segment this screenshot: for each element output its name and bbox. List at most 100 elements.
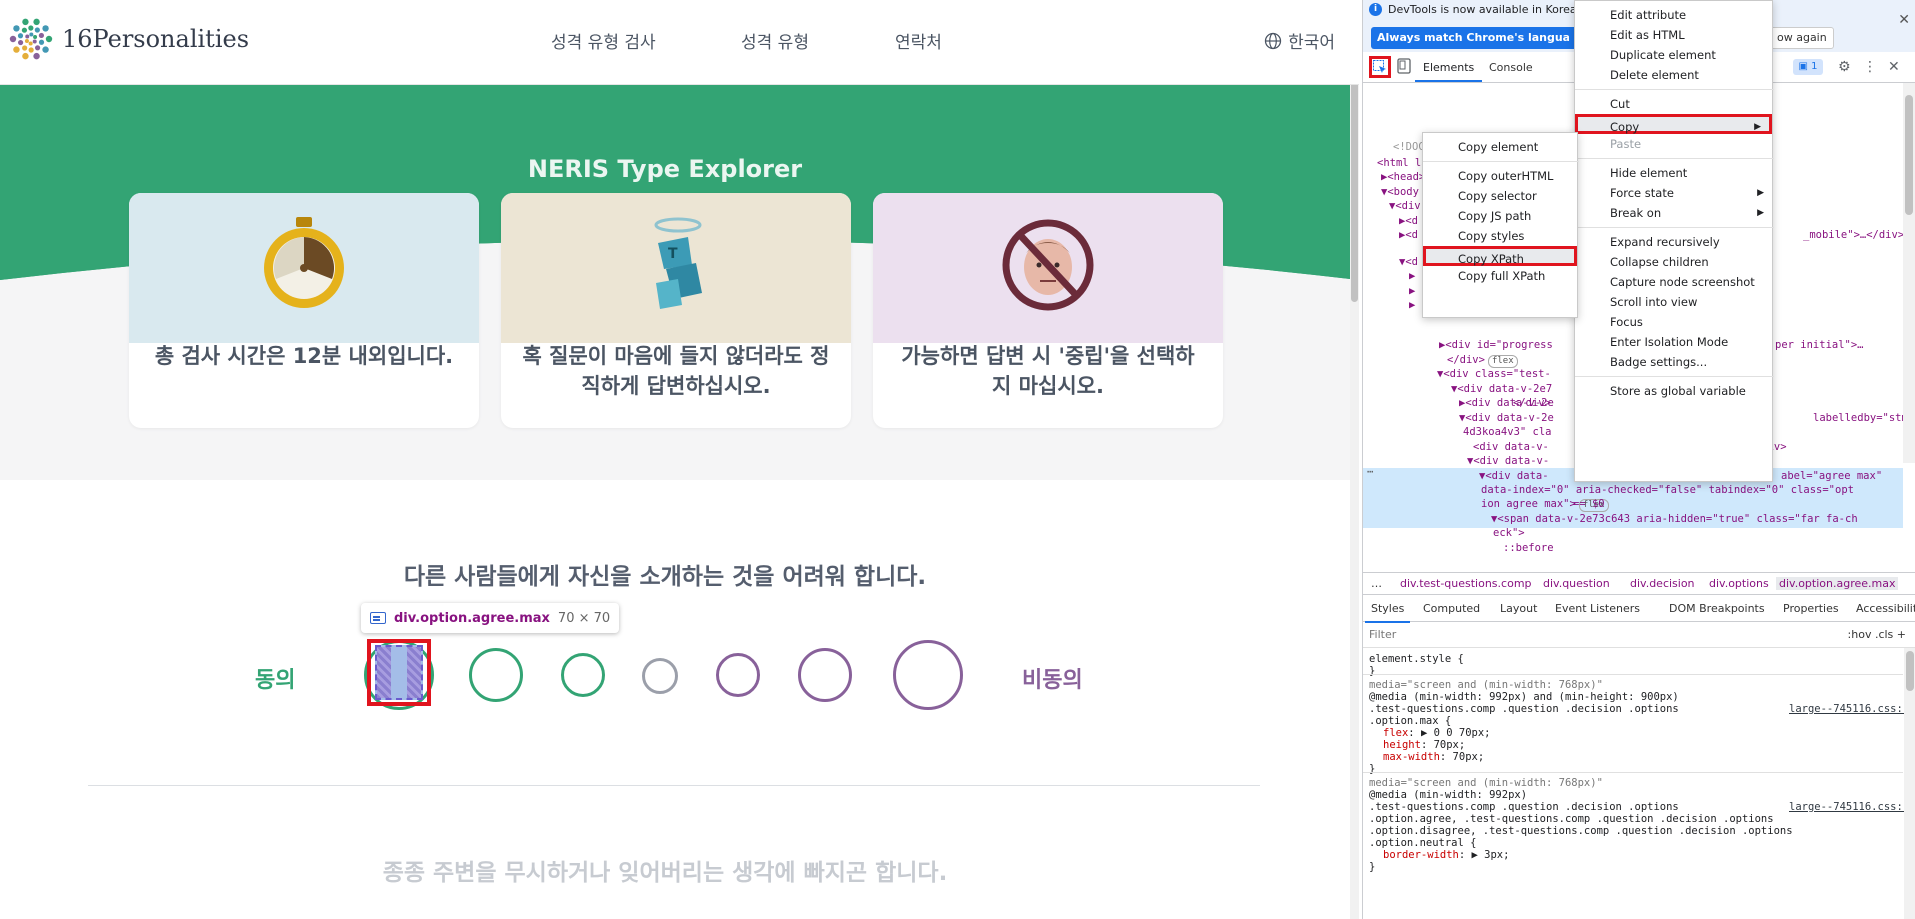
dom-node-line[interactable]: ▼<body	[1381, 185, 1419, 200]
menu-item-store-as-global-variable[interactable]: Store as global variable	[1575, 381, 1772, 401]
menu-item-copy-styles[interactable]: Copy styles	[1423, 226, 1577, 246]
menu-item-copy-outerhtml[interactable]: Copy outerHTML	[1423, 166, 1577, 186]
menu-item-duplicate-element[interactable]: Duplicate element	[1575, 45, 1772, 65]
inspect-element-button[interactable]	[1369, 56, 1391, 78]
dom-node-line[interactable]: ▼<span data-v-2e73c643 aria-hidden="true…	[1491, 512, 1858, 527]
dom-node-line[interactable]: ▼<div data-v-2e	[1459, 411, 1554, 426]
style-rule-line[interactable]: max-width: 70px;	[1383, 750, 1484, 764]
menu-item-copy-js-path[interactable]: Copy JS path	[1423, 206, 1577, 226]
dom-node-line[interactable]: ▶<d	[1399, 228, 1418, 243]
styles-scrollbar[interactable]	[1904, 648, 1915, 919]
dom-node-line[interactable]: abel="agree max"	[1781, 469, 1882, 484]
dom-node-line[interactable]: eck">	[1493, 526, 1525, 541]
option-disagree-min[interactable]	[716, 653, 760, 697]
menu-item-copy-selector[interactable]: Copy selector	[1423, 186, 1577, 206]
menu-item-focus[interactable]: Focus	[1575, 312, 1772, 332]
option-agree-min[interactable]	[561, 653, 605, 697]
language-selector[interactable]: 한국어	[1264, 28, 1335, 53]
option-agree-medium[interactable]	[469, 648, 523, 702]
dom-node-line[interactable]: ▼<div data-v-	[1467, 454, 1549, 469]
breadcrumb-item[interactable]: div.test-questions.comp	[1400, 577, 1532, 590]
breadcrumb-item[interactable]: div.options	[1709, 577, 1769, 590]
menu-item-enter-isolation-mode[interactable]: Enter Isolation Mode	[1575, 332, 1772, 352]
menu-item-delete-element[interactable]: Delete element	[1575, 65, 1772, 85]
dom-node-line[interactable]: ▼<div class="test-	[1437, 367, 1551, 382]
menu-item-capture-node-screenshot[interactable]: Capture node screenshot	[1575, 272, 1772, 292]
subtab-event-listeners[interactable]: Event Listeners	[1555, 602, 1640, 615]
breadcrumb-item[interactable]: div.decision	[1630, 577, 1695, 590]
dom-node-line[interactable]: 4d3koa4v3" cla	[1463, 425, 1552, 440]
dom-node-line[interactable]: data-index="0" aria-checked="false" tabi…	[1481, 483, 1854, 498]
dom-node-line[interactable]: </div> flex	[1447, 353, 1518, 368]
subtab-layout[interactable]: Layout	[1500, 602, 1537, 615]
dom-node-line[interactable]: ▼<d	[1399, 255, 1418, 270]
subtab-dom-breakpoints[interactable]: DOM Breakpoints	[1669, 602, 1765, 615]
breadcrumb-more[interactable]: …	[1371, 577, 1382, 590]
dom-node-line[interactable]: </div>	[1513, 396, 1551, 411]
page-scrollbar[interactable]	[1350, 0, 1359, 919]
menu-item-edit-attribute[interactable]: Edit attribute	[1575, 5, 1772, 25]
dom-node-line[interactable]: ▼<div	[1389, 199, 1421, 214]
dom-node-line[interactable]: ▼<div data-	[1479, 469, 1549, 484]
close-devtools-icon[interactable]: ✕	[1888, 59, 1900, 75]
breadcrumb-item-active[interactable]: div.option.agree.max	[1776, 577, 1899, 590]
menu-item-collapse-children[interactable]: Collapse children	[1575, 252, 1772, 272]
dom-node-line[interactable]: ▶<d	[1399, 214, 1418, 229]
dom-scrollbar[interactable]	[1903, 83, 1915, 463]
dom-node-line[interactable]: == $0	[1573, 497, 1605, 512]
menu-item-hide-element[interactable]: Hide element	[1575, 163, 1772, 183]
styles-filter-input[interactable]: Filter	[1369, 628, 1396, 641]
dom-node-line[interactable]: _mobile">…</div>	[1803, 228, 1904, 243]
settings-gear-icon[interactable]: ⚙	[1838, 59, 1851, 75]
subtab-properties[interactable]: Properties	[1783, 602, 1839, 615]
menu-item-expand-recursively[interactable]: Expand recursively	[1575, 232, 1772, 252]
menu-item-badge-settings[interactable]: Badge settings...	[1575, 352, 1772, 372]
styles-filter-tools[interactable]: :hov .cls +	[1848, 628, 1906, 641]
menu-item-copy-element[interactable]: Copy element	[1423, 137, 1577, 157]
menu-item-cut[interactable]: Cut	[1575, 94, 1772, 114]
style-rule-line[interactable]: border-width: ▶ 3px;	[1383, 848, 1509, 862]
dom-node-line[interactable]: <div data-v-	[1473, 440, 1549, 455]
styles-scrollbar-thumb[interactable]	[1906, 651, 1914, 691]
subtab-accessibility[interactable]: Accessibility	[1856, 602, 1915, 615]
stylesheet-source-link[interactable]: large--745116.css:1	[1789, 800, 1909, 814]
dom-node-line[interactable]: ▶	[1409, 284, 1415, 299]
dom-node-line[interactable]: per initial">…	[1775, 338, 1864, 353]
subtab-styles[interactable]: Styles	[1364, 602, 1411, 623]
stylesheet-source-link[interactable]: large--745116.css:1	[1789, 702, 1909, 716]
menu-item-copy-xpath[interactable]: Copy XPath	[1423, 246, 1577, 266]
device-toolbar-icon[interactable]	[1397, 58, 1411, 74]
dom-node-line[interactable]: ▶	[1409, 298, 1415, 313]
dom-node-line[interactable]: ▶<div id="progress	[1439, 338, 1553, 353]
menu-item-label: Expand recursively	[1610, 235, 1720, 249]
menu-item-force-state[interactable]: Force state ▶	[1575, 183, 1772, 203]
menu-item-scroll-into-view[interactable]: Scroll into view	[1575, 292, 1772, 312]
more-options-icon[interactable]: ⋮	[1863, 59, 1877, 75]
option-neutral[interactable]	[642, 658, 678, 694]
option-disagree-max[interactable]	[893, 640, 963, 710]
nav-link-contact[interactable]: 연락처	[895, 28, 942, 53]
dom-node-line[interactable]: ▶	[1409, 269, 1415, 284]
match-language-button[interactable]: Always match Chrome's language	[1371, 27, 1592, 49]
nav-link-test[interactable]: 성격 유형 검사	[551, 28, 656, 53]
dom-scrollbar-thumb[interactable]	[1905, 95, 1913, 215]
menu-item-break-on[interactable]: Break on ▶	[1575, 203, 1772, 223]
dom-node-line[interactable]: ::before	[1503, 541, 1554, 556]
breadcrumb-item[interactable]: div.question	[1543, 577, 1610, 590]
dont-show-again-button[interactable]: ow again	[1770, 27, 1834, 49]
close-icon[interactable]: ✕	[1898, 12, 1910, 28]
site-logo[interactable]: 16Personalities	[8, 16, 249, 62]
menu-item-edit-as-html[interactable]: Edit as HTML	[1575, 25, 1772, 45]
dom-node-line[interactable]: labelledby="stmt_f	[1813, 411, 1915, 426]
subtab-computed[interactable]: Computed	[1423, 602, 1480, 615]
tab-console[interactable]: Console	[1489, 61, 1533, 74]
logo-dot	[42, 25, 49, 32]
option-disagree-medium[interactable]	[798, 648, 852, 702]
dom-node-ellipsis-icon[interactable]: ⋯	[1367, 465, 1373, 480]
nav-link-types[interactable]: 성격 유형	[741, 28, 809, 53]
dom-node-line[interactable]: ▼<div data-v-2e7	[1451, 382, 1552, 397]
menu-item-copy[interactable]: Copy ▶	[1575, 114, 1772, 134]
tab-elements[interactable]: Elements	[1414, 61, 1483, 82]
issues-badge[interactable]: ▣ 1	[1793, 59, 1823, 75]
menu-item-copy-full-xpath[interactable]: Copy full XPath	[1423, 266, 1577, 286]
